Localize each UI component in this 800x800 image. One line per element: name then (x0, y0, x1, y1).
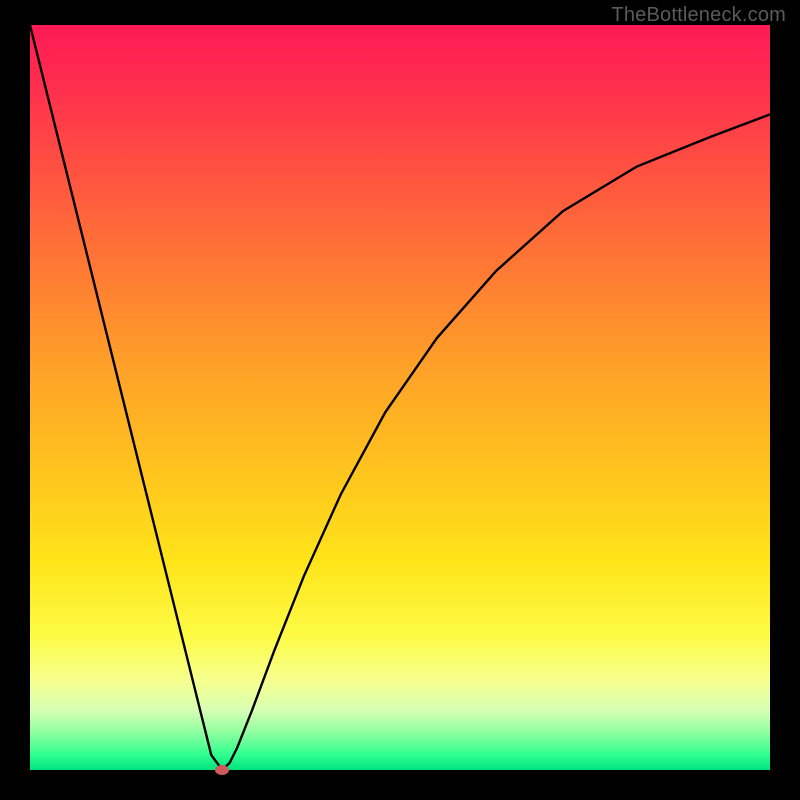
plot-area (30, 25, 770, 770)
chart-frame: TheBottleneck.com (0, 0, 800, 800)
minimum-marker (215, 765, 229, 775)
bottleneck-curve (30, 25, 770, 770)
watermark-text: TheBottleneck.com (611, 4, 786, 27)
